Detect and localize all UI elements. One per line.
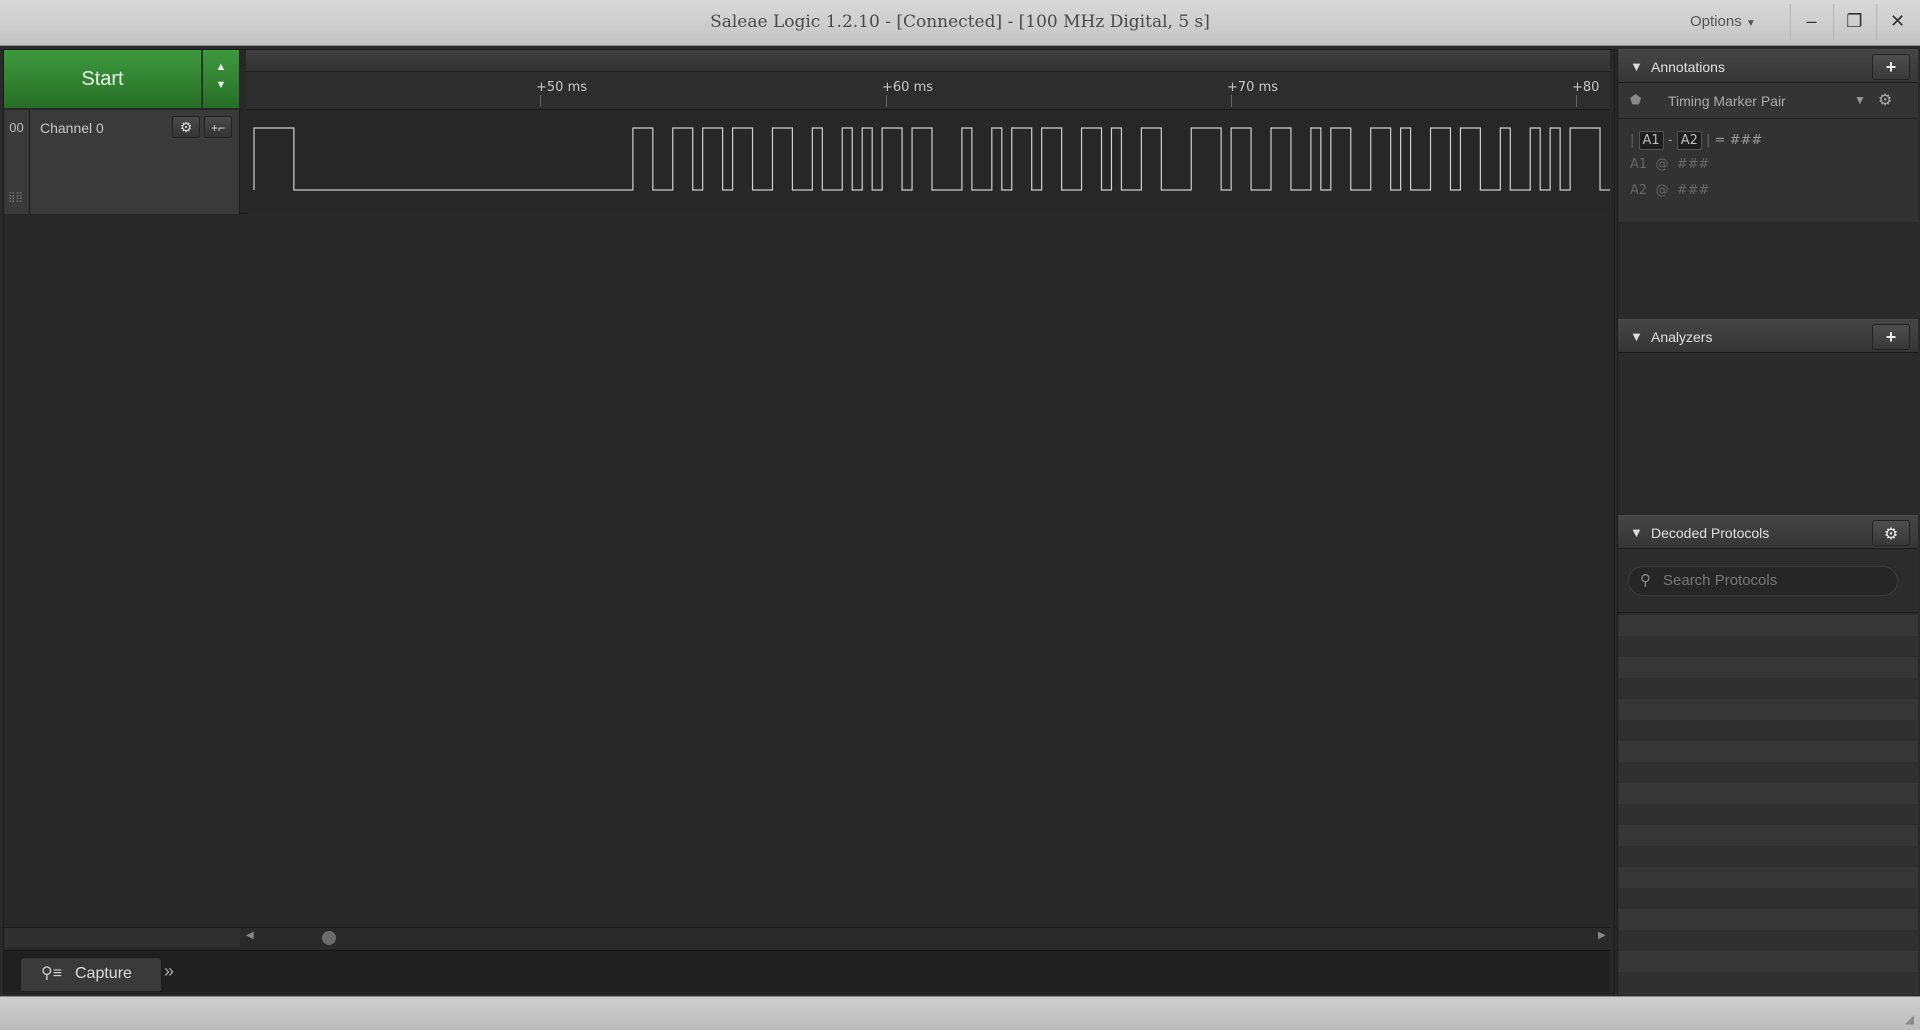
search-placeholder: Search Protocols — [1663, 572, 1778, 589]
analyzers-header[interactable]: ▼ Analyzers + — [1618, 319, 1918, 353]
decoded-protocols-header[interactable]: ▼ Decoded Protocols ⚙ — [1618, 515, 1918, 549]
marker-a1-chip[interactable]: A1 — [1638, 131, 1664, 150]
ruler-tick-mark — [540, 95, 541, 107]
search-protocols-input[interactable]: ⚲ Search Protocols — [1628, 566, 1898, 596]
analyzers-title: Analyzers — [1651, 329, 1713, 345]
channel-name[interactable]: Channel 0 — [40, 120, 104, 136]
a2-line: A2 @ ### — [1630, 183, 1709, 198]
add-analyzer-button[interactable]: + — [1872, 324, 1910, 350]
dash-glyph: - — [1667, 133, 1673, 148]
search-icon: ⚲ — [1640, 572, 1651, 589]
status-bar: ◢ — [0, 996, 1920, 1030]
at-glyph: @ — [1655, 183, 1669, 198]
capture-settings-arrows[interactable]: ▲ ▼ — [203, 50, 239, 108]
plus-icon: + — [1885, 57, 1897, 77]
scroll-right-arrow-icon[interactable]: ▶ — [1598, 930, 1606, 941]
ruler-tick-mark — [1231, 95, 1232, 107]
tab-capture[interactable]: ⚲≡ Capture — [20, 957, 162, 991]
pin-icon: ⬟ — [1630, 92, 1642, 107]
bar-glyph: | — [1706, 133, 1711, 148]
title-bar: Saleae Logic 1.2.10 - [Connected] - [100… — [0, 0, 1920, 46]
channel-0-waveform — [253, 127, 1610, 191]
collapse-triangle-icon[interactable]: ▼ — [1630, 329, 1643, 344]
horizontal-scrollbar[interactable]: ◀ ▶ — [4, 927, 1610, 948]
options-label: Options — [1690, 13, 1742, 30]
scroll-left-arrow-icon[interactable]: ◀ — [246, 930, 254, 941]
plus-icon: + — [1885, 327, 1897, 347]
equals-glyph: = — [1714, 133, 1726, 148]
decoded-protocols-settings-button[interactable]: ⚙ — [1872, 520, 1910, 546]
channel-settings-button[interactable]: ⚙ — [172, 116, 200, 138]
protocol-search-area: ⚲ Search Protocols — [1618, 549, 1918, 613]
scroll-track[interactable] — [240, 928, 1610, 948]
add-annotation-button[interactable]: + — [1872, 54, 1910, 80]
annotations-title: Annotations — [1651, 59, 1725, 75]
collapse-triangle-icon[interactable]: ▼ — [1630, 525, 1643, 540]
decoded-protocols-title: Decoded Protocols — [1651, 525, 1770, 541]
options-menu[interactable]: Options ▼ — [1690, 13, 1756, 30]
ruler-tick-label: +50 ms — [536, 80, 588, 95]
at-glyph: @ — [1655, 157, 1669, 172]
a1-value: ### — [1676, 157, 1710, 172]
pair-value: ### — [1729, 133, 1763, 148]
dropdown-triangle-icon[interactable]: ▼ — [1854, 93, 1866, 107]
capture-search-icon: ⚲≡ — [41, 965, 63, 982]
trigger-edge-icon: +⌐ — [210, 121, 225, 135]
timing-marker-row[interactable]: ⬟ Timing Marker Pair ▼ ⚙ — [1618, 83, 1918, 119]
ruler-top-strip[interactable] — [246, 50, 1610, 72]
analyzers-list — [1618, 354, 1918, 514]
chevron-down-icon: ▼ — [1745, 18, 1756, 29]
resize-grip-icon[interactable]: ◢ — [1905, 1012, 1914, 1026]
arrow-down-icon: ▼ — [215, 79, 227, 91]
decoded-protocols-table[interactable] — [1618, 615, 1918, 994]
tab-capture-label: Capture — [75, 965, 132, 982]
gear-icon: ⚙ — [1883, 526, 1899, 543]
minimize-button[interactable]: – — [1790, 4, 1832, 40]
timing-marker-name: Timing Marker Pair — [1668, 93, 1786, 109]
gear-icon: ⚙ — [179, 119, 193, 135]
restore-button[interactable]: ❐ — [1833, 4, 1875, 40]
more-tabs-icon[interactable]: » — [164, 961, 174, 982]
a1-line: A1 @ ### — [1630, 157, 1709, 172]
timing-pair-line: | A1 - A2 | = ### — [1630, 131, 1762, 150]
start-button[interactable]: Start — [4, 50, 202, 108]
ruler-tick-label: +80 — [1572, 80, 1600, 95]
drag-handle-icon[interactable]: ⣿⣿ — [8, 192, 23, 203]
ruler-tick-label: +60 ms — [882, 80, 934, 95]
ruler-tick-mark — [886, 95, 887, 107]
time-ruler[interactable]: +50 ms +60 ms +70 ms +80 — [246, 50, 1610, 110]
timing-measurements: | A1 - A2 | = ### A1 @ ### A2 @ ### — [1618, 119, 1918, 222]
right-sidebar: ▼ Annotations + ⬟ Timing Marker Pair ▼ ⚙… — [1617, 49, 1918, 994]
bar-glyph: | — [1630, 133, 1635, 148]
bottom-tab-bar: ⚲≡ Capture » — [4, 950, 1610, 992]
a2-label: A2 — [1630, 183, 1648, 198]
waveform-svg — [253, 127, 1610, 191]
ruler-tick-label: +70 ms — [1227, 80, 1279, 95]
window-title: Saleae Logic 1.2.10 - [Connected] - [100… — [710, 12, 1210, 32]
collapse-triangle-icon[interactable]: ▼ — [1630, 59, 1643, 74]
scroll-thumb[interactable] — [322, 931, 336, 945]
close-button[interactable]: ✕ — [1876, 4, 1918, 40]
marker-a2-chip[interactable]: A2 — [1676, 131, 1702, 150]
a1-label: A1 — [1630, 157, 1648, 172]
annotations-header[interactable]: ▼ Annotations + — [1618, 49, 1918, 83]
main-capture-pane: Start ▲ ▼ +50 ms +60 ms +70 ms +80 00 ⣿⣿… — [3, 49, 1615, 994]
gear-icon[interactable]: ⚙ — [1878, 90, 1892, 110]
trigger-button[interactable]: +⌐ — [204, 116, 232, 138]
arrow-up-icon: ▲ — [215, 61, 227, 73]
waveform-area[interactable] — [248, 110, 1610, 214]
channel-row: 00 ⣿⣿ Channel 0 ⚙ +⌐ — [4, 110, 1610, 214]
a2-value: ### — [1676, 183, 1710, 198]
ruler-tick-mark — [1576, 95, 1577, 107]
channel-label-panel: Channel 0 ⚙ +⌐ — [30, 110, 240, 214]
